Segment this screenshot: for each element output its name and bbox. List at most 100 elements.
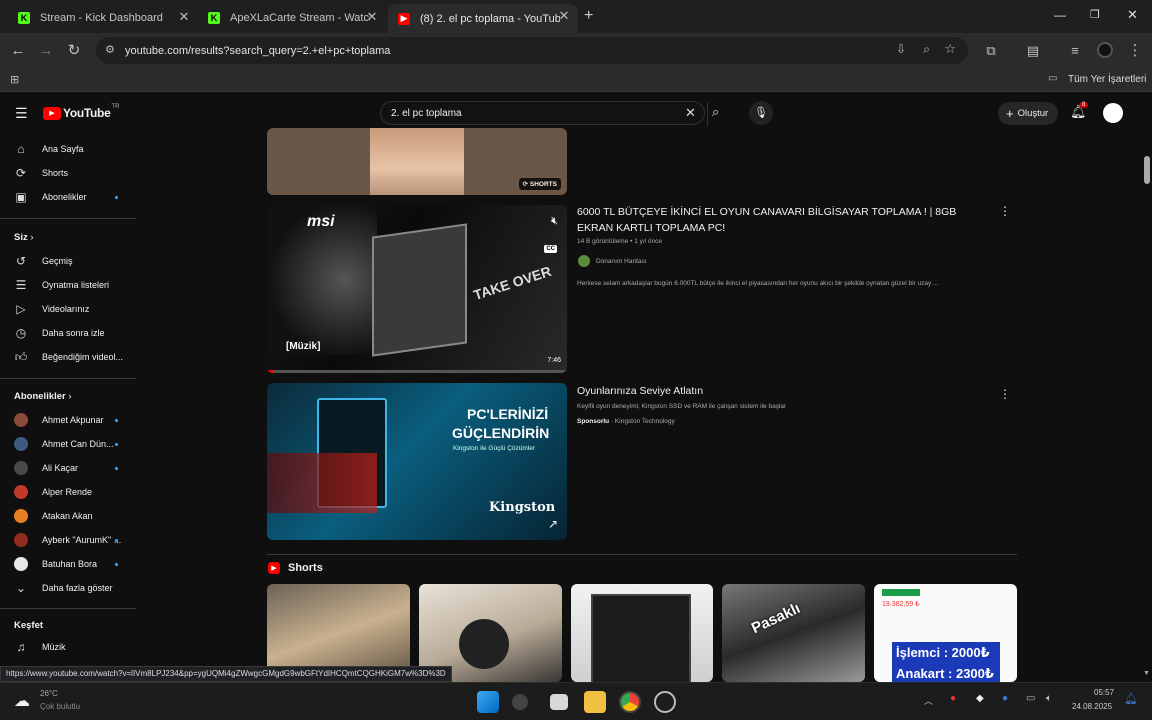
channel-name: Ahmet Akpunar	[42, 415, 104, 425]
volume-icon[interactable]: 🔈︎	[1046, 693, 1052, 704]
sidebar-item-channel[interactable]: Ahmet Can Dün...	[14, 433, 132, 455]
cc-badge[interactable]: CC	[544, 245, 557, 253]
shorts-logo-icon: ▶	[268, 562, 280, 574]
address-bar[interactable]: ⚙ youtube.com/results?search_query=2.+el…	[96, 37, 968, 64]
history-icon: ↺	[15, 254, 27, 268]
all-bookmarks-label[interactable]: Tüm Yer İşaretleri	[1068, 74, 1146, 85]
close-window-icon[interactable]: ✕	[1127, 7, 1138, 23]
shorts-result-thumbnail[interactable]: ⟳ SHORTS	[267, 128, 567, 195]
minimize-icon[interactable]: —	[1054, 8, 1066, 22]
clock-date[interactable]: 24.08.2025	[1072, 702, 1112, 711]
show-more-button[interactable]: ⌄ Daha fazla göster	[14, 577, 132, 599]
media-control-icon[interactable]: ≡	[1064, 40, 1086, 62]
back-icon[interactable]: ←	[7, 40, 29, 62]
close-tab-icon[interactable]: ✕	[556, 8, 572, 24]
windows-taskbar: ☁︎ 26°C Çok bulutlu ︿ ● ◆ ● ▭ 🔈︎ 05:57 2…	[0, 682, 1152, 720]
video-meta: 14 B görüntüleme • 1 yıl önce	[577, 238, 663, 245]
hamburger-menu-icon[interactable]: ☰	[15, 105, 28, 122]
more-options-icon[interactable]: ⋮	[999, 205, 1011, 217]
search-taskbar-icon[interactable]	[512, 694, 528, 710]
sidebar-item-shorts[interactable]: ⟳ Shorts	[14, 162, 132, 184]
scroll-down-icon[interactable]: ▼	[1143, 670, 1150, 677]
ad-title[interactable]: Oyunlarınıza Seviye Atlatın	[577, 383, 703, 399]
sidebar-item-channel[interactable]: Alper Rende	[14, 481, 132, 503]
reading-list-icon[interactable]: ▤	[1022, 40, 1044, 62]
create-button[interactable]: + Oluştur	[998, 102, 1058, 125]
sidebar-item-home[interactable]: ⌂ Ana Sayfa	[14, 138, 132, 160]
sidebar-item-playlists[interactable]: ☰ Oynatma listeleri	[14, 274, 132, 296]
forward-icon[interactable]: →	[35, 40, 57, 62]
extensions-icon[interactable]: ⧉	[980, 40, 1002, 62]
tray-app-icon[interactable]: ●	[950, 693, 956, 704]
tray-app-icon[interactable]: ●	[1002, 693, 1008, 704]
microphone-icon[interactable]: 🎙	[749, 101, 773, 125]
mute-icon[interactable]: 🔇︎	[551, 215, 558, 228]
bookmark-star-icon[interactable]: ☆	[944, 41, 956, 57]
sidebar-item-channel[interactable]: Ahmet Akpunar	[14, 409, 132, 431]
zoom-icon[interactable]: ⌕	[923, 42, 930, 57]
shorts-overlay-text: Anakart : 2300₺	[896, 666, 994, 681]
reload-icon[interactable]: ↻	[63, 40, 85, 62]
profile-avatar[interactable]	[1097, 42, 1113, 58]
sidebar-item-channel[interactable]: Batuhan Bora	[14, 553, 132, 575]
close-tab-icon[interactable]: ✕	[364, 9, 380, 25]
channel-avatar	[14, 485, 28, 499]
network-icon[interactable]: ▭	[1026, 693, 1035, 704]
youtube-logo[interactable]: ▶ YouTube TR	[43, 104, 119, 120]
sidebar-item-liked-videos[interactable]: 👍︎ Beğendiğim videol...	[14, 346, 132, 368]
browser-tab-active[interactable]: ▶ (8) 2. el pc toplama - YouTube ✕	[388, 4, 578, 33]
sidebar-item-channel[interactable]: Ayberk "AurumK" ...	[14, 529, 132, 551]
you-section-header[interactable]: Siz ›	[14, 232, 34, 243]
video-title[interactable]: 6000 TL BÜTÇEYE İKİNCİ EL OYUN CANAVARI …	[577, 204, 987, 236]
external-link-icon[interactable]: ↗	[548, 517, 558, 531]
channel-avatar	[14, 533, 28, 547]
chrome-icon[interactable]	[619, 691, 641, 713]
sidebar-item-subscriptions[interactable]: ▣ Abonelikler	[14, 186, 132, 208]
browser-tab[interactable]: K Stream - Kick Dashboard ✕	[8, 5, 198, 31]
search-input[interactable]: 2. el pc toplama ✕	[380, 101, 708, 126]
menu-kebab-icon[interactable]: ⋮	[1124, 40, 1146, 62]
notification-center-icon[interactable]: 🔔︎	[1124, 692, 1138, 705]
browser-tab[interactable]: K ApeXLaCarte Stream - Watch Li ✕	[198, 5, 386, 31]
maximize-icon[interactable]: ❐	[1090, 8, 1100, 21]
sidebar-item-your-videos[interactable]: ▷ Videolarınız	[14, 298, 132, 320]
steam-icon[interactable]	[654, 691, 676, 713]
task-view-icon[interactable]	[550, 694, 568, 710]
preview-progress-bar[interactable]	[267, 370, 567, 373]
windows-start-icon[interactable]	[477, 691, 499, 713]
search-icon[interactable]: ⌕	[712, 104, 719, 120]
subscriptions-section-header[interactable]: Abonelikler ›	[14, 391, 72, 402]
clear-search-icon[interactable]: ✕	[685, 105, 696, 121]
close-tab-icon[interactable]: ✕	[176, 9, 192, 25]
tray-app-icon[interactable]: ◆	[976, 693, 984, 704]
apps-grid-icon[interactable]: ⊞	[10, 73, 19, 86]
shorts-thumbnail[interactable]: Pasaklı	[722, 584, 865, 682]
weather-temp: 26°C	[40, 689, 58, 698]
sidebar-item-channel[interactable]: Ali Kaçar	[14, 457, 132, 479]
sidebar-item-watch-later[interactable]: ◷ Daha sonra izle	[14, 322, 132, 344]
new-content-dot	[115, 539, 118, 542]
channel-name: Ayberk "AurumK" ...	[42, 535, 122, 545]
weather-icon[interactable]: ☁︎	[14, 691, 30, 711]
sidebar-item-history[interactable]: ↺ Geçmiş	[14, 250, 132, 272]
shorts-thumbnail[interactable]	[571, 584, 713, 682]
pc-case-image	[591, 594, 691, 682]
shorts-thumbnail[interactable]: 19.382,59 ₺ İşlemci : 2000₺ Anakart : 23…	[874, 584, 1017, 682]
install-icon[interactable]: ⇩	[896, 42, 906, 56]
more-options-icon[interactable]: ⋮	[999, 388, 1011, 400]
site-info-icon[interactable]: ⚙	[105, 43, 115, 56]
new-tab-button[interactable]: +	[584, 7, 593, 25]
channel-row[interactable]: Donanım Haritası	[578, 255, 647, 267]
sidebar-item-music[interactable]: ♫ Müzik	[14, 636, 132, 658]
tray-chevron-icon[interactable]: ︿	[924, 694, 933, 707]
ad-thumbnail[interactable]: PC'LERİNİZİ GÜÇLENDİRİN Kingston ile Güç…	[267, 383, 567, 540]
account-avatar[interactable]	[1103, 103, 1123, 123]
video-thumbnail[interactable]: msi TAKE OVER 🔇︎ CC [Müzik] 7:46	[267, 205, 567, 373]
sidebar-item-label: Beğendiğim videol...	[42, 352, 124, 362]
clock-time[interactable]: 05:57	[1094, 688, 1114, 697]
page-scrollbar[interactable]: ▲ ▼	[1141, 132, 1152, 682]
advertiser-name: Kingston Technology	[614, 418, 675, 425]
sidebar-item-channel[interactable]: Atakan Akan	[14, 505, 132, 527]
scrollbar-thumb[interactable]	[1144, 156, 1150, 184]
file-explorer-icon[interactable]	[584, 691, 606, 713]
